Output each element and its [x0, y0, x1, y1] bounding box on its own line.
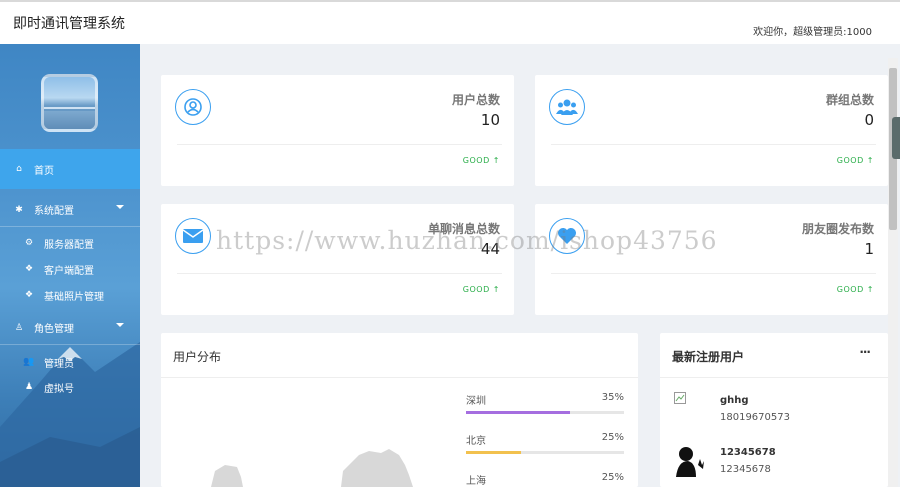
- gear-icon: ✱: [15, 204, 23, 215]
- progress-track: [466, 411, 624, 414]
- stat-card-users: 用户总数 10 GOOD ↑: [161, 75, 514, 186]
- stat-value: 0: [864, 111, 874, 129]
- user-phone: 12345678: [720, 464, 771, 475]
- user-name: ghhg: [720, 395, 749, 406]
- sidebar-item-system-config[interactable]: ✱ 系统配置: [0, 193, 140, 227]
- user-name: 12345678: [720, 447, 776, 458]
- sidebar-item-role-manage[interactable]: ♙ 角色管理: [0, 311, 140, 345]
- sidebar-item-virtual[interactable]: ♟ 虚拟号: [0, 375, 140, 399]
- sidebar-item-label: 管理员: [44, 358, 74, 370]
- panel-title: 用户分布: [173, 350, 222, 364]
- progress-fill: [466, 451, 522, 454]
- city-percent: 25%: [601, 432, 624, 443]
- china-map: [211, 449, 413, 487]
- city-label: 上海: [466, 476, 486, 487]
- sidebar-item-label: 基础照片管理: [44, 291, 104, 303]
- city-percent: 25%: [601, 472, 624, 483]
- city-label: 北京: [466, 436, 486, 447]
- sidebar-item-label: 首页: [34, 165, 54, 177]
- caret-down-icon: [116, 205, 124, 209]
- cubes-icon: ❖: [24, 290, 34, 300]
- stat-card-moments: 朋友圈发布数 1 GOOD ↑: [535, 204, 888, 315]
- caret-down-icon: [116, 323, 124, 327]
- welcome-text: 欢迎你，超级管理员:1000: [753, 27, 872, 38]
- city-label: 深圳: [466, 396, 486, 407]
- city-percent: 35%: [601, 392, 624, 403]
- avatar[interactable]: [41, 74, 98, 132]
- more-options-button[interactable]: ···: [859, 345, 871, 359]
- sidebar: ⌂ 首页 ✱ 系统配置 ⚙ 服务器配置 ❖ 客户端配置 ❖ 基础照片管理 ♙ 角…: [0, 44, 140, 487]
- sidebar-item-label: 客户端配置: [44, 265, 94, 277]
- stat-label: 群组总数: [825, 93, 874, 107]
- sidebar-item-label: 系统配置: [34, 206, 74, 217]
- status-badge: GOOD ↑: [462, 285, 500, 294]
- users-icon: 👥: [23, 357, 35, 367]
- cogs-icon: ⚙: [24, 238, 34, 248]
- sidebar-item-admin[interactable]: 👥 管理员: [0, 350, 140, 374]
- watermark: https://www.huzhan.com/ishop43756: [216, 226, 718, 255]
- cubes-icon: ❖: [24, 264, 34, 274]
- user-phone: 18019670573: [720, 412, 790, 423]
- sidebar-item-home[interactable]: ⌂ 首页: [0, 149, 140, 189]
- sidebar-item-photo-manage[interactable]: ❖ 基础照片管理: [0, 283, 140, 307]
- sidebar-item-client-config[interactable]: ❖ 客户端配置: [0, 257, 140, 281]
- stat-card-messages: 单聊消息总数 44 GOOD ↑: [161, 204, 514, 315]
- stat-label: 用户总数: [451, 93, 500, 107]
- avatar: [672, 443, 706, 477]
- panel-title: 最新注册用户: [672, 350, 745, 364]
- progress-fill: [466, 411, 571, 414]
- stat-value: 1: [864, 240, 874, 258]
- top-header: 即时通讯管理系统 欢迎你，超级管理员:1000: [0, 0, 900, 44]
- stat-value: 10: [480, 111, 500, 129]
- progress-track: [466, 451, 624, 454]
- sidebar-item-label: 虚拟号: [44, 383, 74, 395]
- app-title: 即时通讯管理系统: [13, 16, 125, 32]
- user-distribution-panel: 用户分布 深圳 35% 北京 25% 上海 25%: [161, 333, 638, 487]
- home-icon: ⌂: [16, 164, 22, 174]
- broken-image-icon: [674, 392, 686, 404]
- sidebar-item-label: 角色管理: [34, 324, 74, 335]
- mail-icon: [175, 218, 211, 254]
- stat-card-groups: 群组总数 0 GOOD ↑: [535, 75, 888, 186]
- status-badge: GOOD ↑: [836, 285, 874, 294]
- group-icon: [549, 89, 585, 125]
- user-icon: [175, 89, 211, 125]
- sidebar-item-label: 服务器配置: [44, 239, 94, 251]
- status-badge: GOOD ↑: [836, 156, 874, 165]
- stat-label: 朋友圈发布数: [801, 222, 874, 236]
- side-tab-handle[interactable]: [892, 117, 900, 159]
- user-outline-icon: ♙: [14, 322, 24, 333]
- user-secret-icon: ♟: [24, 382, 34, 392]
- newest-users-panel: 最新注册用户 ··· ghhg 18019670573 12345678 123…: [660, 333, 888, 487]
- status-badge: GOOD ↑: [462, 156, 500, 165]
- sidebar-item-server-config[interactable]: ⚙ 服务器配置: [0, 231, 140, 255]
